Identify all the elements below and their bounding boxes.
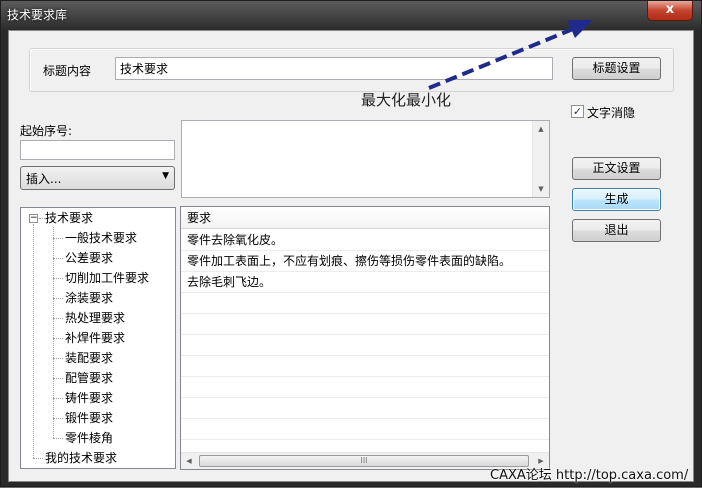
annotation-label: 最大化最小化 [361,91,452,109]
forum-watermark: CAXA论坛 http://top.caxa.com/ [490,468,689,483]
technical-requirements-window: 技术要求库 x 标题内容 技术要求 标题设置 ✓ 文字消隐 起始序号: 插入..… [0,0,702,487]
annotation-arrow-overlay [428,20,593,90]
annotation-arrow-line [428,27,574,90]
